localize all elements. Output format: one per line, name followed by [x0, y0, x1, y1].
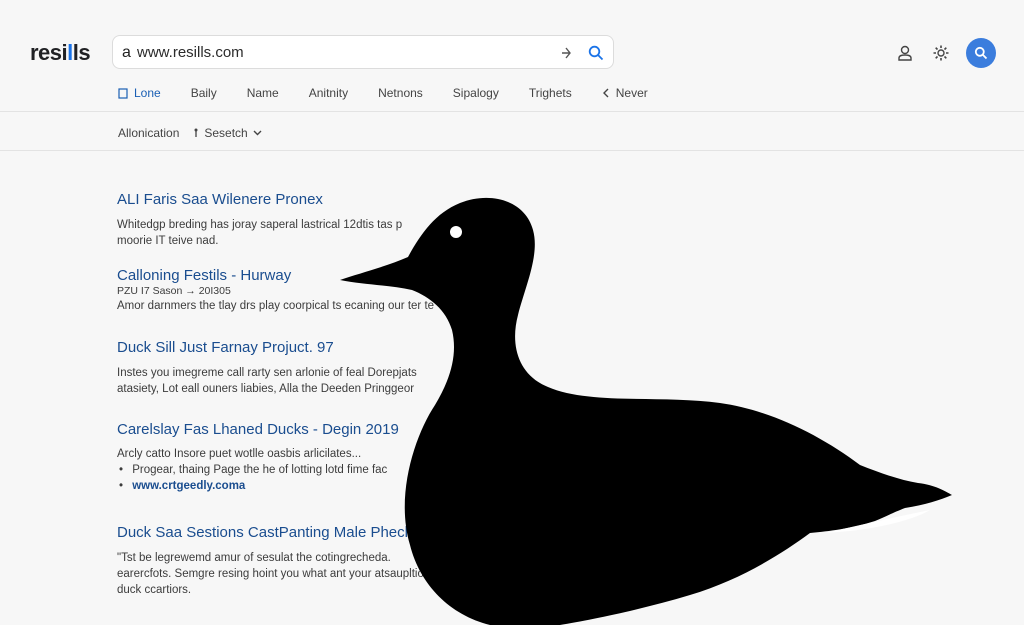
microphone-icon[interactable]: [557, 44, 575, 62]
tab-label: Baily: [190, 86, 217, 100]
tab-anitnity[interactable]: Anitnity: [309, 86, 348, 100]
tab-netnons[interactable]: Netnons: [378, 86, 423, 100]
result-url[interactable]: www.crtgeedly.coma: [132, 480, 245, 492]
tab-label: Never: [615, 86, 648, 100]
chevron-left-icon: [602, 88, 609, 98]
filter-bar: Allonication Sesetch: [118, 126, 262, 140]
filter-divider: [0, 150, 1024, 151]
tab-divider: [0, 111, 1024, 112]
gear-icon[interactable]: [930, 42, 952, 64]
tab-sipalogy[interactable]: Sipalogy: [453, 86, 499, 100]
logo[interactable]: resills: [30, 40, 91, 66]
tab-never[interactable]: Never: [602, 86, 648, 100]
filter-search-dropdown[interactable]: Sesetch: [193, 126, 262, 140]
tab-label: Anitnity: [308, 86, 349, 100]
tab-name[interactable]: Name: [247, 86, 279, 100]
tab-lone[interactable]: Lone: [118, 86, 161, 100]
tab-label: Lone: [134, 86, 161, 100]
duck-silhouette: [340, 197, 952, 625]
tab-bar: Lone Baily Name Anitnity Netnons Sipalog…: [118, 86, 678, 100]
filter-label: Sesetch: [204, 126, 248, 140]
search-prefix: a: [122, 44, 131, 61]
logo-text: resi: [30, 40, 68, 65]
tab-label: Name: [246, 86, 279, 100]
logo-rest: ls: [72, 40, 91, 65]
search-action-button[interactable]: [966, 38, 996, 68]
tab-label: Trighets: [528, 86, 572, 100]
search-icon[interactable]: [587, 44, 605, 62]
pin-icon: [194, 128, 198, 137]
chevron-down-icon: [253, 130, 262, 136]
search-icon: [974, 46, 988, 60]
tab-trighets[interactable]: Trighets: [529, 86, 572, 100]
search-bar[interactable]: a: [112, 35, 614, 69]
tab-label: Netnons: [378, 86, 423, 100]
filter-allonication[interactable]: Allonication: [118, 126, 179, 140]
document-icon: [118, 87, 128, 99]
tab-baily[interactable]: Baily: [191, 86, 217, 100]
tab-label: Sipalogy: [452, 86, 499, 100]
user-icon[interactable]: [894, 42, 916, 64]
search-input[interactable]: [137, 40, 537, 64]
